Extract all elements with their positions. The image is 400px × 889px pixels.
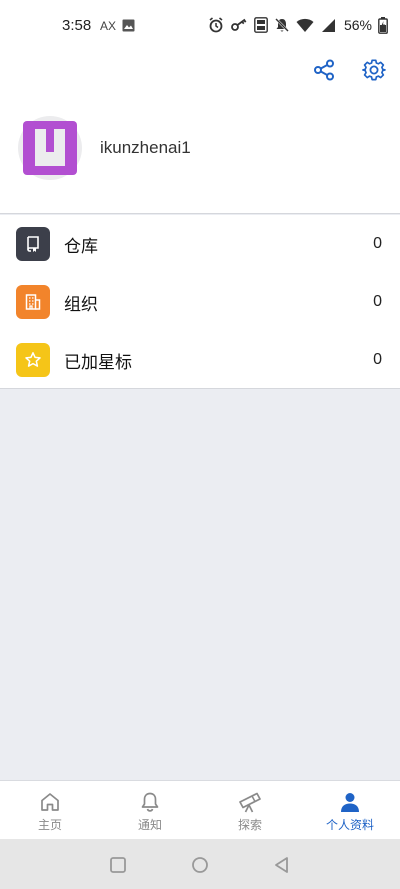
recents-icon[interactable] — [108, 855, 128, 875]
username: ikunzhenai1 — [100, 138, 191, 157]
system-nav-bar — [0, 839, 400, 889]
telescope-icon — [239, 792, 261, 813]
share-button[interactable] — [308, 54, 340, 86]
bottom-tab-bar: 主页 通知 探索 个人资料 — [0, 780, 400, 839]
menu-item-starred[interactable]: 已加星标 0 — [0, 331, 400, 389]
notifications-off-icon — [275, 18, 289, 32]
gear-icon — [362, 59, 386, 81]
menu-item-organizations[interactable]: 组织 0 — [0, 273, 400, 331]
tab-label-profile: 个人资料 — [325, 818, 374, 832]
tab-notifications[interactable]: 通知 — [100, 781, 200, 839]
tab-home[interactable]: 主页 — [0, 781, 100, 839]
home-icon — [41, 793, 59, 811]
cell-signal-icon — [321, 19, 335, 32]
avatar[interactable] — [18, 116, 82, 180]
wifi-icon — [296, 18, 314, 32]
menu-item-repositories[interactable]: 仓库 0 — [0, 215, 400, 273]
alarm-icon — [209, 17, 223, 33]
status-bar: 3:58 AX 56% — [0, 0, 400, 50]
battery-percent: 56% — [343, 17, 372, 33]
image-notification-icon — [122, 19, 135, 32]
star-icon — [25, 352, 41, 367]
tab-label-notifications: 通知 — [137, 818, 162, 832]
back-icon[interactable] — [272, 855, 292, 875]
menu-label-starred: 已加星标 — [64, 352, 132, 372]
menu-label-repositories: 仓库 — [64, 236, 98, 256]
carrier-tag: AX — [100, 19, 117, 33]
menu-count-repositories: 0 — [373, 235, 382, 252]
share-icon — [314, 59, 334, 81]
menu-count-organizations: 0 — [373, 293, 382, 310]
tab-explore[interactable]: 探索 — [200, 781, 300, 839]
profile-header: ikunzhenai1 — [0, 100, 400, 214]
repository-icon — [27, 236, 39, 252]
tab-label-home: 主页 — [37, 818, 62, 832]
organization-icon — [25, 294, 41, 310]
avatar-identicon — [23, 121, 77, 175]
menu-label-organizations: 组织 — [64, 294, 98, 314]
status-time: 3:58 — [62, 17, 92, 34]
settings-button[interactable] — [358, 54, 390, 86]
profile-menu: 仓库 0 组织 0 已加星标 0 — [0, 215, 400, 389]
battery-icon — [378, 16, 388, 34]
top-actions — [0, 50, 400, 100]
person-icon — [341, 793, 359, 812]
tab-label-explore: 探索 — [237, 818, 262, 832]
volte-icon — [254, 17, 268, 33]
home-nav-icon[interactable] — [190, 855, 210, 875]
repository-badge — [16, 227, 50, 261]
starred-badge — [16, 343, 50, 377]
key-icon — [231, 18, 247, 31]
tab-profile[interactable]: 个人资料 — [300, 781, 400, 839]
organization-badge — [16, 285, 50, 319]
status-icons: 56% — [208, 15, 388, 35]
bell-icon — [141, 792, 159, 812]
menu-count-starred: 0 — [373, 351, 382, 368]
